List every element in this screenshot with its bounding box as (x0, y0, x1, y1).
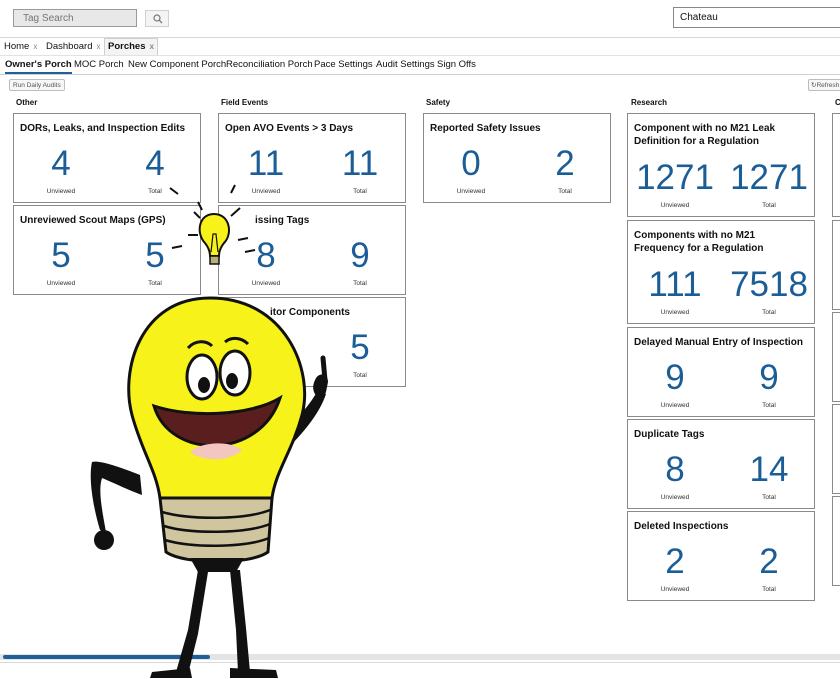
total-count[interactable]: 1271 (722, 160, 816, 195)
total-count[interactable]: 9 (722, 360, 816, 395)
lightbulb-mascot (90, 184, 328, 678)
subtab-reconciliation-porch[interactable]: Reconciliation Porch (226, 58, 313, 71)
card-title: Components with no M21 Frequency for a R… (634, 230, 764, 254)
card-title: Open AVO Events > 3 Days (225, 123, 354, 134)
unviewed-count[interactable]: 1271 (628, 160, 722, 195)
unviewed-label: Unviewed (660, 494, 690, 501)
refresh-button[interactable]: ↻Refresh (808, 79, 840, 91)
refresh-label: Refresh (816, 82, 840, 89)
total-label: Total (762, 586, 776, 593)
total-label: Total (762, 309, 776, 316)
main-tabs: Home x Dashboard x Porches x (0, 37, 840, 55)
unviewed-count[interactable]: 0 (424, 146, 518, 181)
porch-tabs: Owner's Porch MOC Porch New Component Po… (0, 55, 840, 75)
unviewed-label: Unviewed (456, 188, 486, 195)
unviewed-label: Unviewed (660, 586, 690, 593)
run-daily-audits-button[interactable]: Run Daily Audits (9, 79, 65, 91)
card-no-m21-leak-definition[interactable]: Component with no M21 Leak Definition fo… (627, 113, 815, 217)
card-partial[interactable] (832, 496, 840, 586)
card-title: Duplicate Tags (634, 429, 705, 440)
tab-label: Dashboard (46, 41, 93, 52)
total-count[interactable]: 14 (722, 452, 816, 487)
unviewed-count[interactable]: 8 (628, 452, 722, 487)
total-label: Total (762, 402, 776, 409)
card-partial[interactable] (832, 113, 840, 217)
card-no-m21-frequency[interactable]: Components with no M21 Frequency for a R… (627, 220, 815, 324)
total-count[interactable]: 2 (518, 146, 612, 181)
unviewed-label: Unviewed (660, 309, 690, 316)
card-deleted-inspections[interactable]: Deleted Inspections 2 2 Unviewed Total (627, 511, 815, 601)
card-partial[interactable] (832, 404, 840, 494)
subtab-owners-porch[interactable]: Owner's Porch (5, 58, 72, 74)
unviewed-count[interactable]: 9 (628, 360, 722, 395)
card-title: Component with no M21 Leak Definition fo… (634, 123, 776, 147)
search-button[interactable] (145, 10, 169, 27)
card-title: Delayed Manual Entry of Inspection (634, 337, 803, 348)
card-title: Reported Safety Issues (430, 123, 541, 134)
total-count[interactable]: 7518 (722, 267, 816, 302)
tab-home[interactable]: Home x (4, 40, 37, 54)
card-title: DORs, Leaks, and Inspection Edits (20, 123, 186, 134)
unviewed-count[interactable]: 111 (628, 267, 722, 302)
tab-label: Porches (108, 41, 146, 52)
subtab-new-component-porch[interactable]: New Component Porch (128, 58, 226, 71)
section-title-partial: C (835, 98, 840, 107)
top-bar: Chateau (0, 0, 840, 38)
tag-search-input[interactable] (13, 9, 137, 27)
unviewed-count[interactable]: 2 (628, 544, 722, 579)
subtab-pace-settings[interactable]: Pace Settings (314, 58, 373, 71)
card-title: Deleted Inspections (634, 521, 729, 532)
total-label: Total (558, 188, 572, 195)
idea-bulb-icon (169, 184, 256, 265)
card-delayed-manual-entry[interactable]: Delayed Manual Entry of Inspection 9 9 U… (627, 327, 815, 417)
tab-close-icon[interactable]: x (33, 42, 37, 51)
tab-porches[interactable]: Porches x (104, 38, 158, 55)
section-title-safety: Safety (426, 98, 451, 107)
total-label: Total (762, 494, 776, 501)
tab-label: Home (4, 41, 30, 52)
subtab-audit-settings[interactable]: Audit Settings (376, 58, 435, 71)
section-title-field-events: Field Events (221, 98, 269, 107)
total-count[interactable]: 2 (722, 544, 816, 579)
search-icon (153, 14, 163, 24)
card-duplicate-tags[interactable]: Duplicate Tags 8 14 Unviewed Total (627, 419, 815, 509)
card-partial[interactable] (832, 312, 840, 402)
section-title-research: Research (631, 98, 668, 107)
card-partial[interactable] (832, 220, 840, 310)
total-label: Total (762, 202, 776, 209)
site-select[interactable]: Chateau (673, 7, 840, 28)
section-title-other: Other (16, 98, 38, 107)
tab-dashboard[interactable]: Dashboard x (46, 40, 100, 54)
subtab-sign-offs[interactable]: Sign Offs (437, 58, 476, 71)
card-reported-safety-issues[interactable]: Reported Safety Issues 0 2 Unviewed Tota… (423, 113, 611, 203)
tab-close-icon[interactable]: x (150, 42, 154, 51)
unviewed-label: Unviewed (660, 202, 690, 209)
tab-close-icon[interactable]: x (96, 42, 100, 51)
subtab-moc-porch[interactable]: MOC Porch (74, 58, 124, 71)
unviewed-label: Unviewed (660, 402, 690, 409)
